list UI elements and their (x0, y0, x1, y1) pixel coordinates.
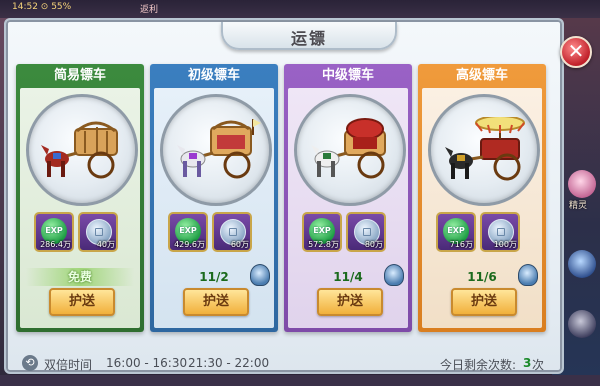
silver-amount: 80万 (364, 240, 383, 249)
medium-cart-icon (311, 118, 386, 179)
reward-list: EXP 429.6万 60万 (168, 212, 258, 252)
exp-amount: 716万 (449, 240, 473, 249)
reward-list: EXP 716万 100万 (436, 212, 526, 252)
cart-card-basic: 初级镖车 EXP 429.6万 60万 11/2 护送 (150, 64, 278, 332)
cart-image (428, 94, 540, 206)
reward-list: EXP 572.8万 80万 (302, 212, 392, 252)
cart-card-title: 初级镖车 (187, 68, 240, 83)
silver-reward[interactable]: 100万 (480, 212, 520, 252)
escort-button[interactable]: 护送 (183, 288, 249, 316)
time-battery-text: 14:52 ⊙ 55% (12, 2, 72, 12)
dialog-title-tab: 运镖 (221, 22, 397, 50)
remaining-count-value: 3 (523, 356, 532, 370)
basic-cart-icon (177, 119, 261, 179)
rebate-label[interactable]: 返利 (140, 2, 158, 15)
cart-image (160, 94, 272, 206)
pet-label: 精灵 (569, 201, 588, 211)
close-button[interactable]: ✕ (560, 36, 592, 68)
dialog-footer: ⟲ 双倍时间 16:00 - 16:30 21:30 - 22:00 今日剩余次… (16, 342, 556, 386)
dialog-title: 运镖 (290, 29, 327, 48)
cart-card-title: 中级镖车 (321, 68, 374, 83)
exp-reward[interactable]: EXP 716万 (436, 212, 476, 252)
exp-reward[interactable]: EXP 286.4万 (34, 212, 74, 252)
cart-card-list: 简易镖车 EXP 286.4万 40万 免费 护送 初级镖车 EXP 429.6… (16, 64, 548, 334)
exp-reward[interactable]: EXP 429.6万 (168, 212, 208, 252)
shield-icon (384, 264, 404, 286)
escort-dialog: 运镖 简易镖车 EXP 286.4万 40万 免费 护送 初级镖车 EXP 42… (4, 18, 564, 374)
silver-amount: 40万 (96, 240, 115, 249)
cart-card-title: 简易镖车 (53, 68, 106, 83)
escort-button[interactable]: 护送 (49, 288, 115, 316)
double-time-slot-1: 16:00 - 16:30 (106, 356, 188, 370)
cart-card-title: 高级镖车 (455, 68, 508, 83)
silver-amount: 60万 (230, 240, 249, 249)
double-time-icon: ⟲ (22, 355, 38, 371)
remaining-count-unit: 次 (532, 358, 545, 372)
exp-amount: 286.4万 (40, 240, 71, 249)
reward-list: EXP 286.4万 40万 (34, 212, 124, 252)
cart-image (294, 94, 406, 206)
exp-reward[interactable]: EXP 572.8万 (302, 212, 342, 252)
top-status-bar: 14:52 ⊙ 55% 返利 (0, 0, 600, 18)
exp-amount: 429.6万 (174, 240, 205, 249)
cart-card-medium: 中级镖车 EXP 572.8万 80万 11/4 护送 (284, 64, 412, 332)
exp-amount: 572.8万 (308, 240, 339, 249)
double-time-label: 双倍时间 (44, 358, 93, 372)
shield-icon (250, 264, 270, 286)
advanced-cart-icon (445, 117, 525, 181)
pet-icon[interactable] (568, 170, 596, 198)
double-time-slot-2: 21:30 - 22:00 (188, 356, 270, 370)
silver-reward[interactable]: 60万 (212, 212, 252, 252)
remaining-count-label: 今日剩余次数: (440, 358, 517, 372)
simple-cart-icon (41, 121, 118, 179)
shield-icon (518, 264, 538, 286)
silver-amount: 100万 (493, 240, 517, 249)
cart-image (26, 94, 138, 206)
silver-reward[interactable]: 80万 (346, 212, 386, 252)
free-label: 免费 (26, 268, 134, 286)
escort-button[interactable]: 护送 (317, 288, 383, 316)
cart-card-simple: 简易镖车 EXP 286.4万 40万 免费 护送 (16, 64, 144, 332)
skill-orb-icon[interactable] (568, 250, 596, 278)
weapon-skill-icon[interactable] (568, 310, 596, 338)
escort-button[interactable]: 护送 (451, 288, 517, 316)
cart-card-advanced: 高级镖车 EXP 716万 100万 11/6 护送 (418, 64, 546, 332)
silver-reward[interactable]: 40万 (78, 212, 118, 252)
